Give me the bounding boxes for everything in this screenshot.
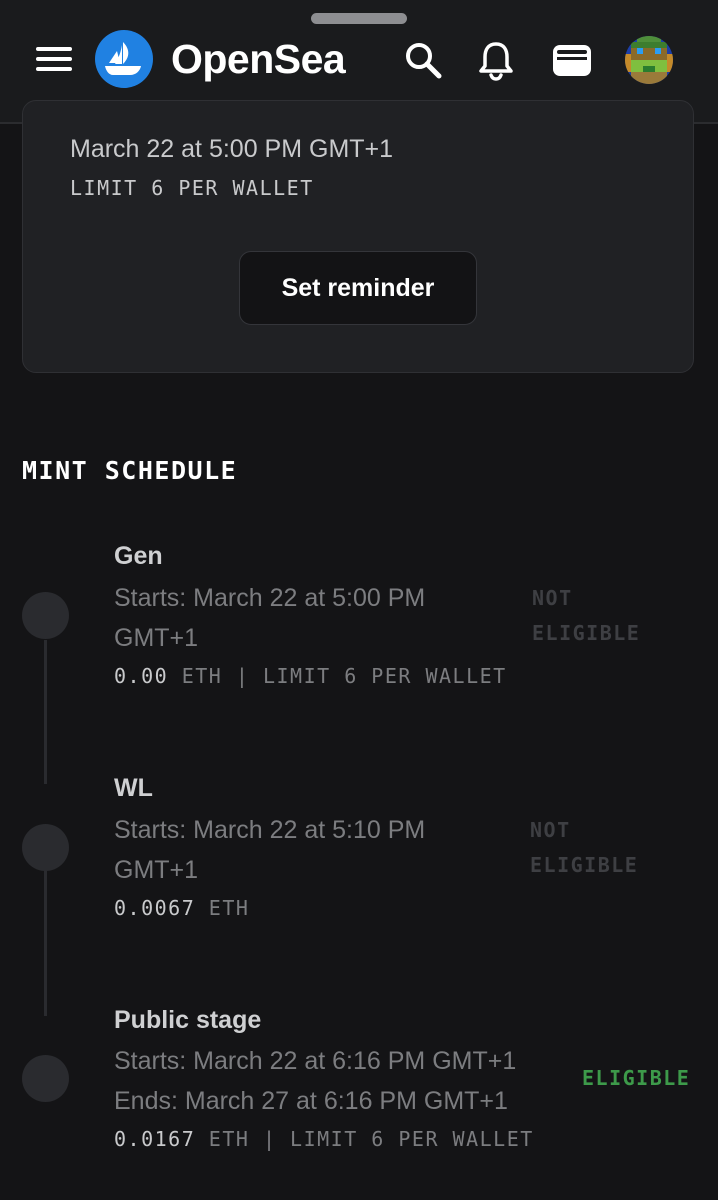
timeline-connector bbox=[44, 870, 47, 1016]
stage-name: Public stage bbox=[114, 1006, 262, 1034]
avatar[interactable] bbox=[625, 36, 673, 84]
stage-price: 0.00 ETH | LIMIT 6 PER WALLET bbox=[114, 664, 507, 688]
stage-price-amount: 0.0167 bbox=[114, 1127, 196, 1151]
menu-icon[interactable] bbox=[36, 45, 72, 73]
stage-start-time: Starts: March 22 at 5:10 PM bbox=[114, 816, 426, 844]
stage-name: Gen bbox=[114, 542, 163, 570]
stage-start-time: Starts: March 22 at 5:00 PM bbox=[114, 584, 426, 612]
stage-name: WL bbox=[114, 774, 153, 802]
search-icon[interactable] bbox=[401, 38, 445, 82]
timeline-connector bbox=[44, 640, 47, 784]
stage-price-details: ETH bbox=[195, 896, 250, 920]
status-badge: ELIGIBLE bbox=[530, 853, 639, 877]
stage-price: 0.0067 ETH bbox=[114, 896, 249, 920]
stage-timezone: GMT+1 bbox=[114, 624, 199, 652]
stage-timezone: GMT+1 bbox=[114, 856, 199, 884]
stage-price-details: ETH | LIMIT 6 PER WALLET bbox=[168, 664, 507, 688]
mint-schedule-heading: MINT SCHEDULE bbox=[22, 456, 238, 485]
bell-icon[interactable] bbox=[474, 38, 518, 82]
status-badge: ELIGIBLE bbox=[532, 621, 641, 645]
timeline-dot bbox=[22, 1055, 69, 1102]
mint-start-date: March 22 at 5:00 PM GMT+1 bbox=[70, 135, 394, 163]
opensea-logo-icon bbox=[95, 30, 153, 88]
pixel-avatar-icon bbox=[625, 36, 673, 84]
stage-price-amount: 0.0067 bbox=[114, 896, 196, 920]
status-badge: NOT bbox=[532, 586, 573, 610]
set-reminder-button[interactable]: Set reminder bbox=[239, 251, 477, 325]
stage-price: 0.0167 ETH | LIMIT 6 PER WALLET bbox=[114, 1127, 534, 1151]
stage-start-time: Starts: March 22 at 6:16 PM GMT+1 bbox=[114, 1047, 517, 1075]
brand-name: OpenSea bbox=[171, 35, 346, 82]
stage-end-time: Ends: March 27 at 6:16 PM GMT+1 bbox=[114, 1087, 508, 1115]
opensea-logo-link[interactable]: OpenSea bbox=[95, 30, 346, 88]
eligible-badge: ELIGIBLE bbox=[582, 1066, 691, 1090]
status-badge: NOT bbox=[530, 818, 571, 842]
timeline-dot bbox=[22, 824, 69, 871]
wallet-icon[interactable] bbox=[550, 38, 594, 82]
stage-price-details: ETH | LIMIT 6 PER WALLET bbox=[195, 1127, 534, 1151]
timeline-dot bbox=[22, 592, 69, 639]
pull-handle[interactable] bbox=[311, 13, 407, 24]
stage-price-amount: 0.00 bbox=[114, 664, 169, 688]
wallet-limit: LIMIT 6 PER WALLET bbox=[70, 176, 314, 200]
